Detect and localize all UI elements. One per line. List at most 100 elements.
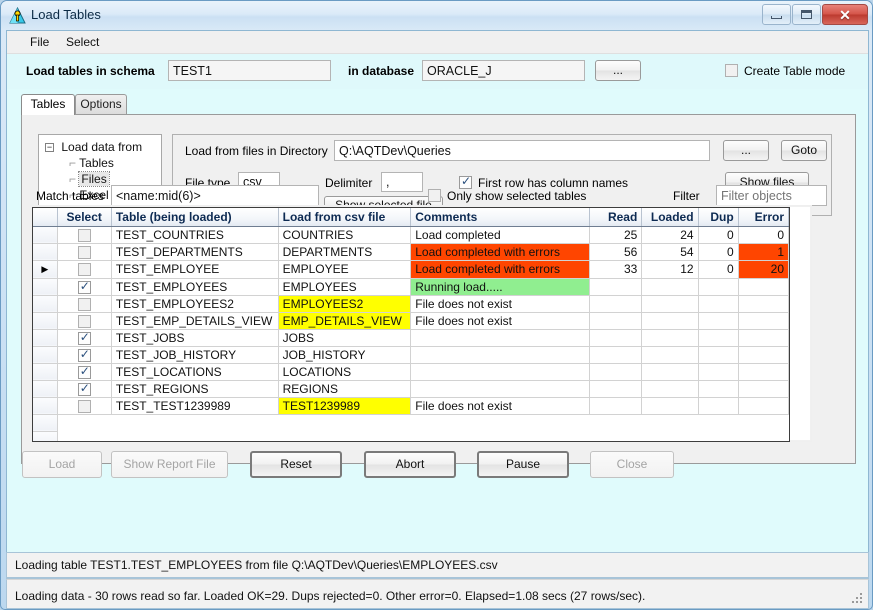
tree-collapse-icon[interactable]: − <box>45 143 54 153</box>
cell-error: 1 <box>738 243 789 261</box>
row-select-cell[interactable] <box>57 363 112 381</box>
table-row[interactable]: TEST_REGIONSREGIONS <box>33 380 789 398</box>
row-header-cell[interactable] <box>33 243 58 261</box>
table-row[interactable]: TEST_LOCATIONSLOCATIONS <box>33 363 789 381</box>
database-input[interactable] <box>422 60 585 81</box>
cell-read <box>589 278 643 296</box>
row-select-checkbox[interactable] <box>77 399 91 413</box>
row-select-checkbox[interactable] <box>77 330 91 345</box>
pause-button[interactable]: Pause <box>477 451 569 478</box>
directory-label: Load from files in Directory <box>185 144 328 158</box>
row-header-cell[interactable] <box>33 380 58 398</box>
close-action-button[interactable]: Close <box>590 451 674 478</box>
row-header-cell[interactable] <box>33 397 58 415</box>
row-select-cell[interactable] <box>57 312 112 330</box>
cell-error <box>738 346 789 364</box>
row-header-cell[interactable] <box>33 329 58 347</box>
row-select-checkbox[interactable] <box>77 263 91 277</box>
only-selected-checkbox[interactable] <box>428 188 441 203</box>
row-header-cell[interactable] <box>33 295 58 313</box>
row-select-cell[interactable] <box>57 226 112 244</box>
tree-root[interactable]: − Load data from <box>45 140 142 154</box>
column-header-loaded[interactable]: Loaded <box>641 208 699 227</box>
resize-grip-icon[interactable] <box>852 593 864 605</box>
menu-item-select[interactable]: Select <box>62 35 103 49</box>
row-select-cell[interactable] <box>57 278 112 296</box>
filter-input[interactable] <box>716 185 827 206</box>
table-row[interactable]: TEST_JOB_HISTORYJOB_HISTORY <box>33 346 789 364</box>
maximize-button[interactable] <box>792 4 821 25</box>
row-header-cell[interactable] <box>33 346 58 364</box>
row-select-cell[interactable] <box>57 380 112 398</box>
column-header-file[interactable]: Load from csv file <box>278 208 412 227</box>
create-table-mode-box[interactable] <box>725 64 738 78</box>
cell-loaded <box>641 295 699 313</box>
table-row[interactable]: TEST_EMPLOYEESEMPLOYEESRunning load..... <box>33 278 789 296</box>
empty-cell <box>738 431 788 441</box>
row-header-cell[interactable] <box>33 312 58 330</box>
reset-button[interactable]: Reset <box>250 451 342 478</box>
empty-cell <box>57 431 111 441</box>
table-row[interactable]: TEST_EMPLOYEES2 EMPLOYEES2 File does not e… <box>33 295 789 313</box>
abort-button[interactable]: Abort <box>364 451 456 478</box>
row-select-checkbox[interactable] <box>77 245 91 259</box>
cell-comments: File does not exist <box>410 312 591 330</box>
minimize-button[interactable] <box>762 4 791 25</box>
tables-grid[interactable]: Select Table (being loaded) Load from csv … <box>31 206 811 442</box>
cell-comments <box>410 329 591 347</box>
cell-loaded <box>641 312 699 330</box>
cell-read <box>589 380 643 398</box>
table-row[interactable]: ▶ TEST_EMPLOYEE EMPLOYEE Load completed wit… <box>33 260 789 279</box>
cell-dup: 0 <box>698 243 739 261</box>
cell-table-name: TEST_EMPLOYEES2 <box>111 295 279 313</box>
cell-dup <box>698 397 739 415</box>
column-header-comments[interactable]: Comments <box>410 208 591 227</box>
create-table-mode-checkbox[interactable] <box>725 63 738 78</box>
show-report-file-button[interactable]: Show Report File <box>111 451 228 478</box>
only-selected-box[interactable] <box>428 189 441 203</box>
cell-dup <box>698 363 739 381</box>
status-bar-line2-container: Loading data - 30 rows read so far. Load… <box>6 579 869 609</box>
row-select-checkbox[interactable] <box>77 364 91 379</box>
tab-options[interactable]: Options <box>75 94 127 114</box>
row-select-cell[interactable] <box>57 295 112 313</box>
database-browse-button[interactable]: ... <box>595 60 641 81</box>
close-button[interactable]: ✕ <box>822 4 868 25</box>
directory-browse-button[interactable]: ... <box>723 140 769 161</box>
column-header-dup[interactable]: Dup <box>698 208 739 227</box>
match-tables-input[interactable] <box>111 185 319 206</box>
column-header-rowhdr[interactable] <box>33 208 58 227</box>
column-header-error[interactable]: Error <box>738 208 789 227</box>
row-select-checkbox[interactable] <box>77 279 91 294</box>
table-row[interactable]: TEST_COUNTRIES COUNTRIES Load completed 25 2… <box>33 226 789 244</box>
cell-dup: 0 <box>698 260 739 279</box>
row-select-checkbox[interactable] <box>77 347 91 362</box>
load-button[interactable]: Load <box>22 451 102 478</box>
row-header-cell[interactable] <box>33 278 58 296</box>
row-select-cell[interactable] <box>57 243 112 261</box>
row-header-cell[interactable] <box>33 226 58 244</box>
table-row[interactable]: TEST_DEPARTMENTS DEPARTMENTS Load complete… <box>33 243 789 261</box>
row-select-cell[interactable] <box>57 329 112 347</box>
row-select-checkbox[interactable] <box>77 381 91 396</box>
column-header-table[interactable]: Table (being loaded) <box>111 208 279 227</box>
schema-input[interactable] <box>168 60 331 81</box>
goto-button[interactable]: Goto <box>781 140 827 161</box>
tab-tables[interactable]: Tables <box>21 94 75 115</box>
column-header-select[interactable]: Select <box>57 208 112 227</box>
row-header-cell[interactable]: ▶ <box>33 260 58 279</box>
row-select-cell[interactable] <box>57 346 112 364</box>
row-select-checkbox[interactable] <box>77 297 91 311</box>
row-select-cell[interactable] <box>57 260 112 279</box>
directory-input[interactable] <box>334 140 710 161</box>
row-header-cell[interactable] <box>33 363 58 381</box>
table-row[interactable]: TEST_TEST1239989 TEST1239989 File does not… <box>33 397 789 415</box>
row-select-cell[interactable] <box>57 397 112 415</box>
menu-item-file[interactable]: File <box>26 35 53 49</box>
column-header-read[interactable]: Read <box>589 208 643 227</box>
row-select-checkbox[interactable] <box>77 228 91 242</box>
row-select-checkbox[interactable] <box>77 314 91 328</box>
table-row[interactable]: TEST_EMP_DETAILS_VIEW EMP_DETAILS_VIEW Fil… <box>33 312 789 330</box>
tree-item-tables[interactable]: ⌐ Tables <box>69 156 114 170</box>
table-row[interactable]: TEST_JOBSJOBS <box>33 329 789 347</box>
